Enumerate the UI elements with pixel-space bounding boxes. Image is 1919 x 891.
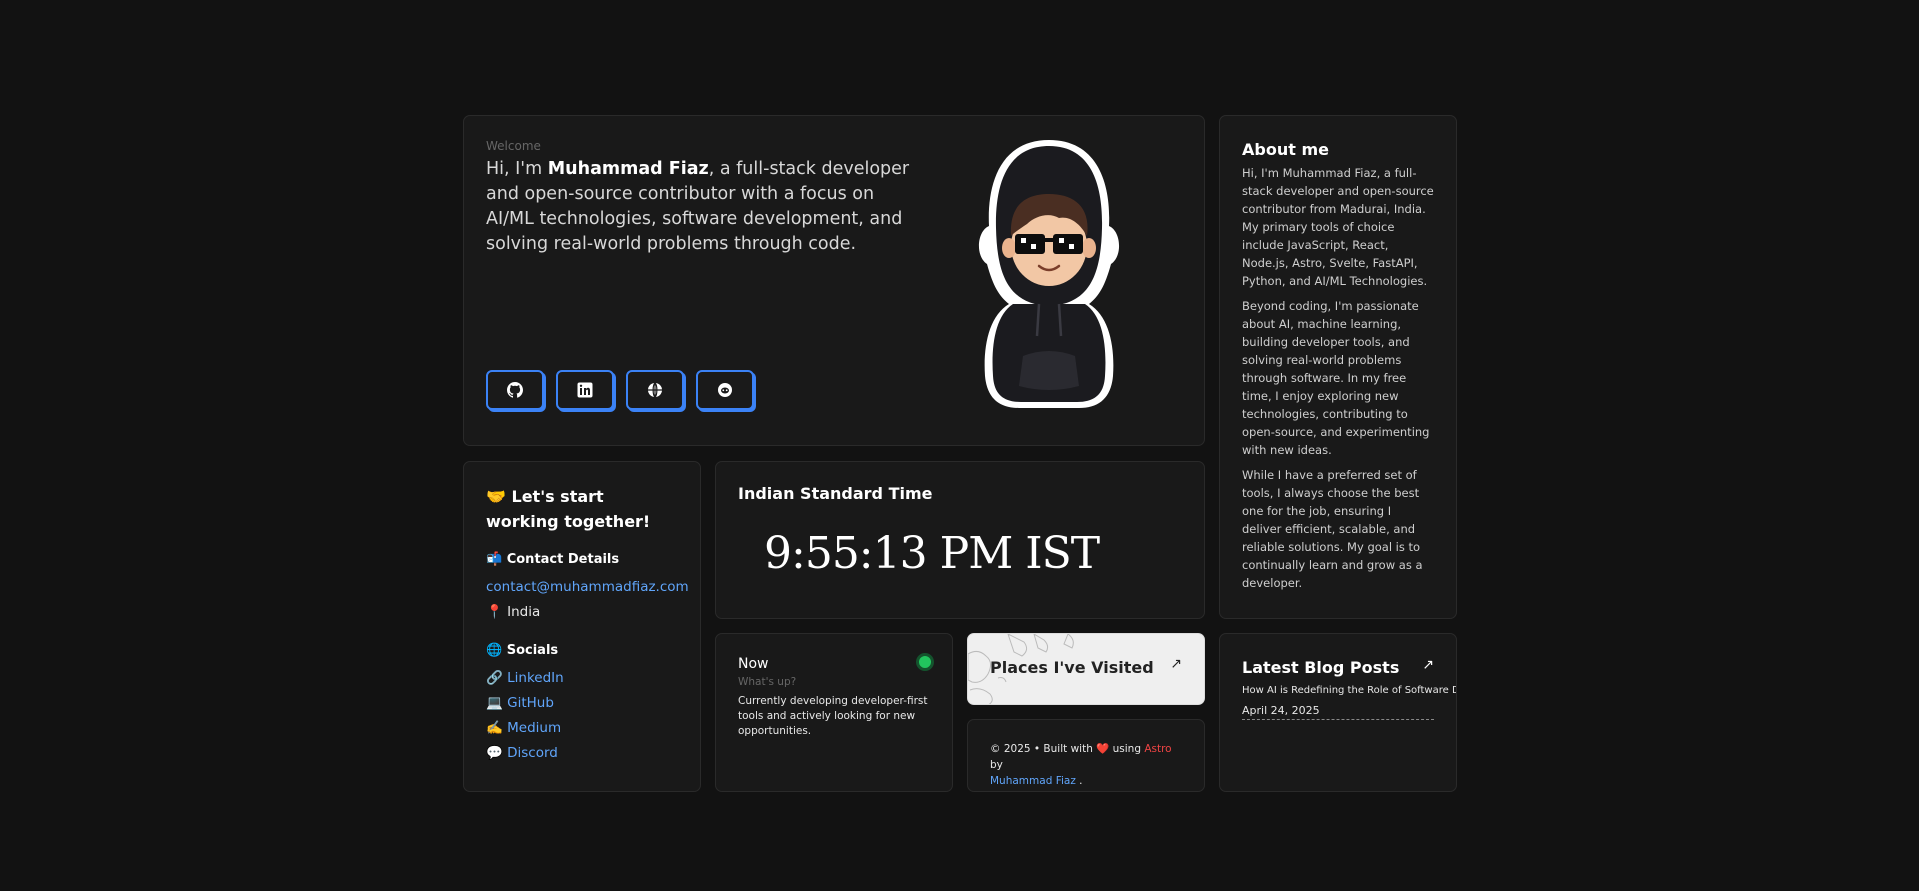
status-indicator	[916, 653, 934, 671]
now-title: Now	[738, 656, 769, 672]
about-paragraph-3: While I have a preferred set of tools, I…	[1242, 468, 1423, 590]
website-button[interactable]	[626, 370, 684, 410]
author-link[interactable]: Muhammad Fiaz	[990, 775, 1076, 787]
arrow-up-right-icon: ↗	[1170, 656, 1182, 672]
social-item-discord: 💬 Discord	[486, 745, 558, 761]
discord-button[interactable]	[696, 370, 754, 410]
social-item-linkedin: 🔗 LinkedIn	[486, 670, 564, 686]
intro-text: Hi, I'm Muhammad Fiaz, a full-stack deve…	[486, 159, 910, 254]
blog-card: Latest Blog Posts ↗ How AI is Redefining…	[1219, 633, 1457, 792]
contact-title: 🤝 Let's start working together!	[486, 487, 651, 531]
linkedin-link[interactable]: LinkedIn	[507, 670, 564, 686]
now-subtitle: What's up?	[738, 676, 797, 688]
discord-icon	[718, 383, 732, 397]
socials-heading: 🌐 Socials	[486, 643, 559, 658]
contact-details-heading: 📬 Contact Details	[486, 552, 620, 567]
globe-icon	[648, 382, 662, 398]
about-card: About me Hi, I'm Muhammad Fiaz, a full-s…	[1219, 115, 1457, 619]
social-item-github: 💻 GitHub	[486, 695, 554, 711]
about-title: About me	[1242, 140, 1329, 159]
linkedin-icon	[577, 382, 593, 398]
linkedin-button[interactable]	[556, 370, 614, 410]
location-text: 📍 India	[486, 604, 541, 620]
astro-link[interactable]: Astro	[1144, 743, 1171, 755]
places-title: Places I've Visited	[990, 658, 1154, 677]
social-item-medium: ✍️ Medium	[486, 720, 562, 736]
about-paragraph-1: Hi, I'm Muhammad Fiaz, a full-stack deve…	[1242, 166, 1434, 288]
time-card: Indian Standard Time 9:55:13 PM IST	[715, 461, 1205, 619]
blog-post-title[interactable]: How AI is Redefining the Role of Softwar…	[1242, 685, 1456, 696]
discord-link[interactable]: Discord	[507, 745, 558, 761]
heart-icon: ❤️	[1096, 743, 1110, 755]
now-card: Now What's up? Currently developing deve…	[715, 633, 953, 792]
now-description: Currently developing developer-first too…	[738, 695, 928, 737]
author-name: Muhammad Fiaz	[547, 159, 709, 179]
email-link[interactable]: contact@muhammadfiaz.com	[486, 579, 689, 595]
clock-display: 9:55:13 PM IST	[764, 528, 1100, 579]
places-card[interactable]: Places I've Visited ↗	[967, 633, 1205, 705]
footer-card: © 2025 • Built with ❤️ using Astro by Muh…	[967, 719, 1205, 792]
blog-post-date: April 24, 2025	[1242, 704, 1434, 720]
about-paragraph-2: Beyond coding, I'm passionate about AI, …	[1242, 299, 1430, 457]
hero-card: Welcome Hi, I'm Muhammad Fiaz, a full-st…	[463, 115, 1205, 446]
avatar-illustration	[978, 140, 1120, 408]
blog-title: Latest Blog Posts	[1242, 658, 1400, 677]
github-button[interactable]	[486, 370, 544, 410]
time-title: Indian Standard Time	[738, 484, 933, 503]
social-buttons	[486, 370, 754, 410]
contact-card: 🤝 Let's start working together! 📬 Contac…	[463, 461, 701, 792]
github-icon	[507, 382, 523, 398]
github-link[interactable]: GitHub	[507, 695, 554, 711]
arrow-up-right-icon[interactable]: ↗	[1422, 657, 1434, 673]
welcome-label: Welcome	[486, 139, 541, 153]
medium-link[interactable]: Medium	[507, 720, 561, 736]
